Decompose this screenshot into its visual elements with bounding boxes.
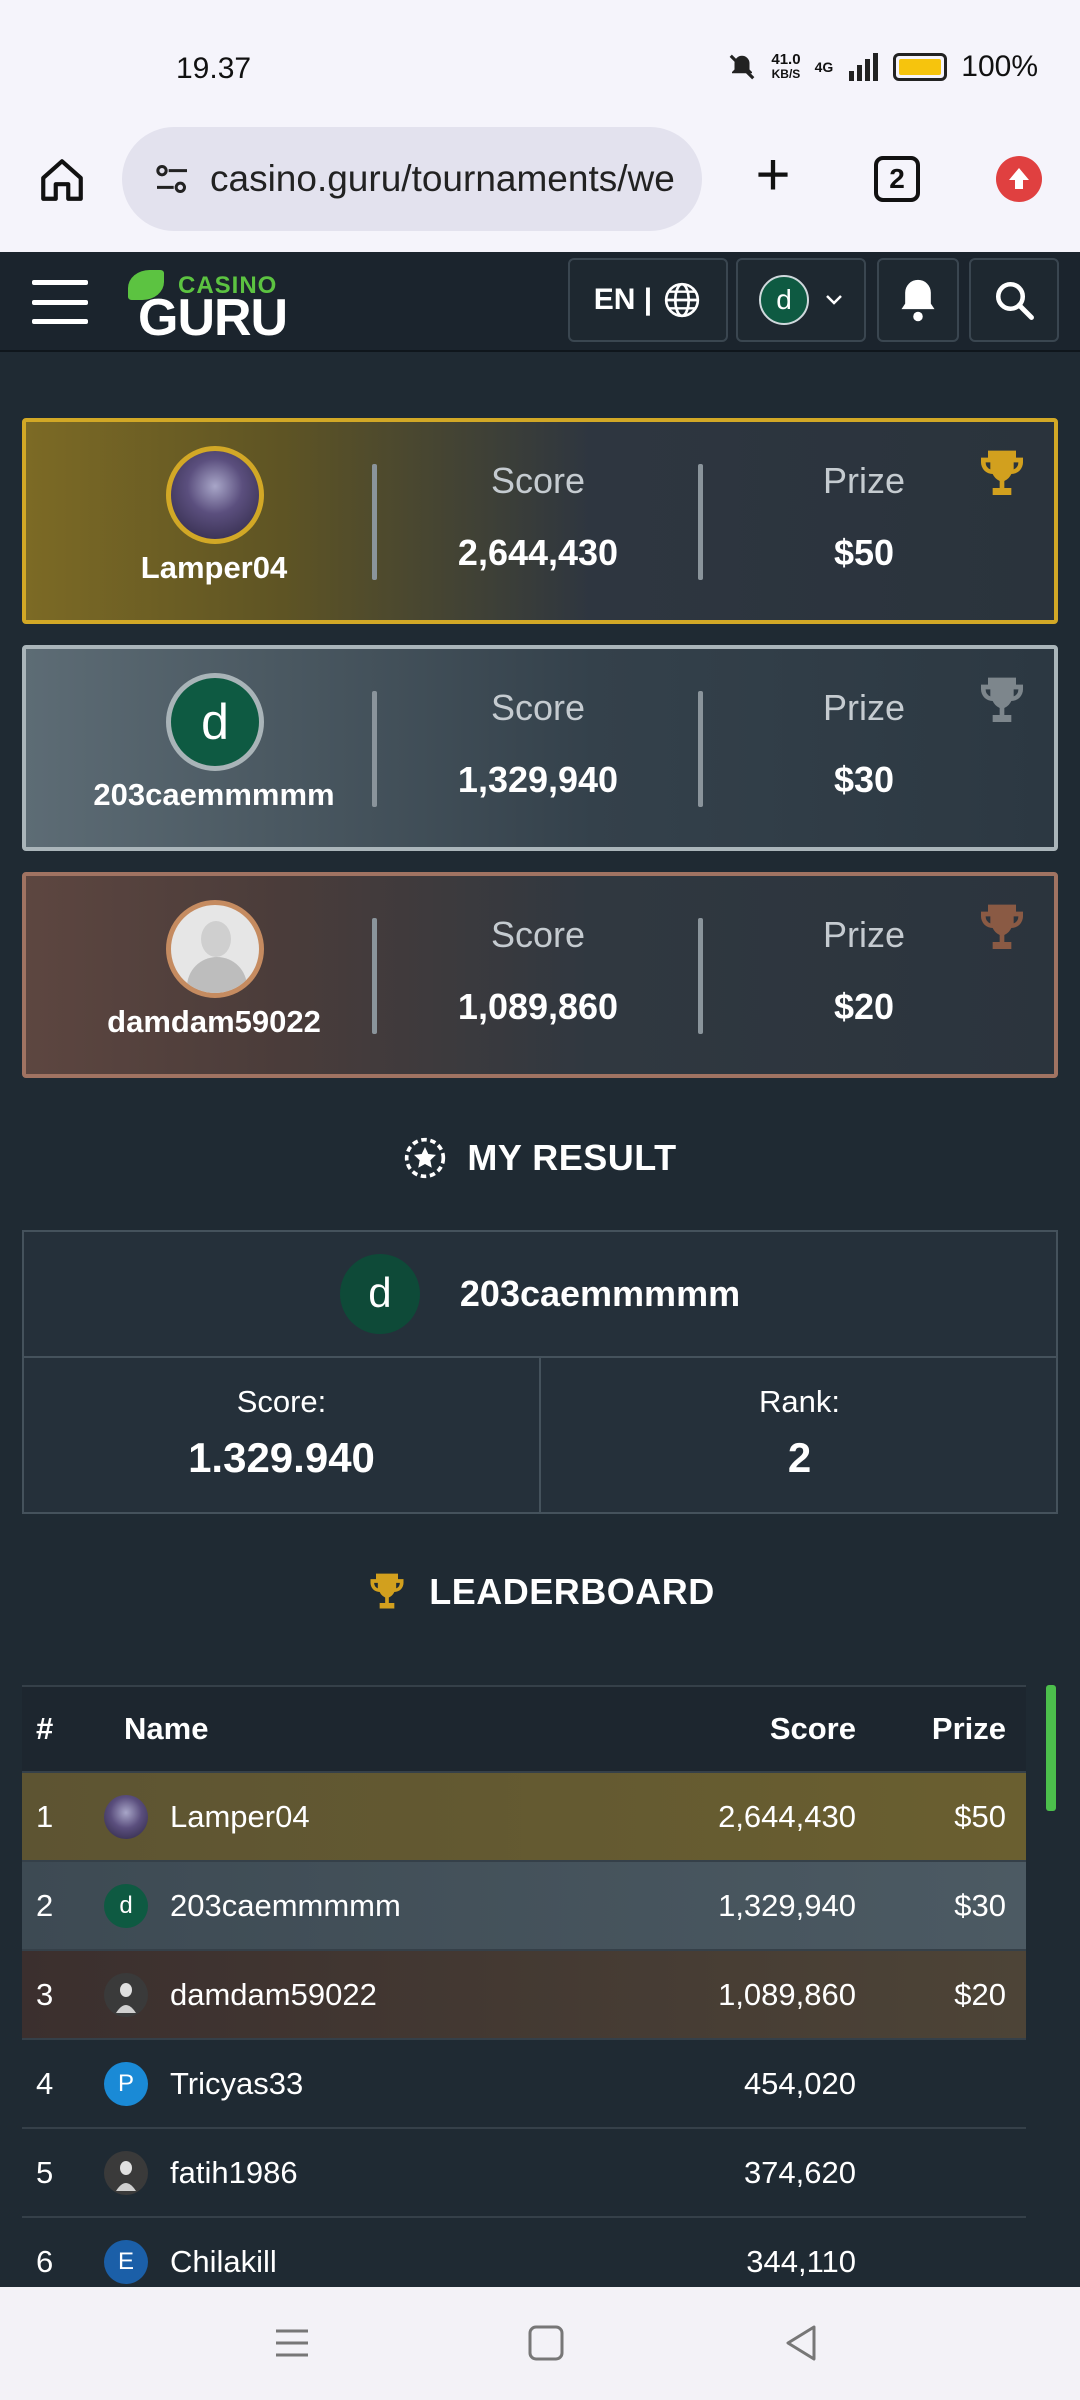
user-avatar: d xyxy=(759,275,809,325)
scrollbar[interactable] xyxy=(1046,1685,1056,1811)
podium-player[interactable]: Lamper04 xyxy=(26,422,402,620)
url-text: casino.guru/tournaments/we xyxy=(210,158,675,199)
avatar: d xyxy=(104,1884,148,1928)
network-label: 4G xyxy=(814,59,834,75)
avatar: d xyxy=(339,1254,420,1334)
score-value: 2,644,430 xyxy=(457,532,619,573)
home-icon xyxy=(41,159,83,201)
table-row[interactable]: 1 Lamper04 2,644,430 $50 xyxy=(22,1773,1026,1862)
status-time: 19.37 xyxy=(176,52,252,85)
back-icon[interactable] xyxy=(780,2323,824,2363)
score-column: Score 1,089,860 xyxy=(378,914,698,1028)
divider xyxy=(372,918,377,1034)
my-result-user: d 203caemmmmm xyxy=(24,1232,1056,1358)
table-row[interactable]: 5 fatih1986 374,620 xyxy=(22,2129,1026,2218)
avatar: E xyxy=(104,2240,148,2284)
default-avatar-icon xyxy=(104,1973,148,2017)
signal-icon xyxy=(849,53,879,81)
battery-level: 100% xyxy=(961,50,1038,83)
chevron-down-icon xyxy=(826,295,842,305)
battery-icon xyxy=(893,53,948,81)
score-column: Score 2,644,430 xyxy=(378,460,698,574)
system-nav-bar xyxy=(0,2287,1080,2400)
language-label: EN | xyxy=(593,283,653,316)
default-avatar-icon xyxy=(104,2151,148,2195)
table-row[interactable]: 2 d 203caemmmmm 1,329,940 $30 xyxy=(22,1862,1026,1951)
podium-third: damdam59022 Score 1,089,860 Prize $20 xyxy=(22,872,1058,1078)
player-name: damdam59022 xyxy=(107,1004,321,1039)
site-header: CASINO GURU EN | d xyxy=(0,252,1080,352)
user-menu-button[interactable]: d xyxy=(736,258,866,342)
my-score: Score: 1.329.940 xyxy=(24,1358,541,1512)
podium-first: Lamper04 Score 2,644,430 Prize $50 xyxy=(22,418,1058,624)
score-value: 1,329,940 xyxy=(457,759,619,800)
trophy-icon xyxy=(370,1573,404,1609)
user-name: 203caemmmmm xyxy=(459,1273,741,1314)
table-header: # Name Score Prize xyxy=(22,1685,1026,1773)
casino-guru-logo[interactable]: CASINO GURU xyxy=(122,264,292,347)
search-icon xyxy=(995,281,1034,320)
prize-value: $20 xyxy=(833,986,895,1027)
my-score-value: 1.329.940 xyxy=(188,1434,375,1481)
leaderboard-heading: LEADERBOARD xyxy=(0,1570,1080,1614)
notifications-button[interactable] xyxy=(877,258,959,342)
prize-value: $50 xyxy=(833,532,895,573)
silver-trophy-icon xyxy=(981,677,1023,722)
bronze-trophy-icon xyxy=(981,904,1023,949)
table-row[interactable]: 6 E Chilakill 344,110 xyxy=(22,2218,1026,2287)
player-avatar: d xyxy=(166,673,264,771)
avatar: P xyxy=(104,2062,148,2106)
podium-second: d 203caemmmmm Score 1,329,940 Prize $30 xyxy=(22,645,1058,851)
status-bar: 19.37 41.0 KB/S 4G 100% xyxy=(0,0,1080,120)
leaderboard-table: # Name Score Prize 1 Lamper04 2,644,430 … xyxy=(22,1685,1026,2287)
globe-icon xyxy=(665,282,700,318)
language-button[interactable]: EN | xyxy=(568,258,728,342)
table-row[interactable]: 4 P Tricyas33 454,020 xyxy=(22,2040,1026,2129)
address-bar[interactable]: casino.guru/tournaments/we xyxy=(122,127,702,231)
mute-icon xyxy=(730,54,755,80)
menu-icon[interactable] xyxy=(32,280,88,324)
tab-switcher-button[interactable]: 2 xyxy=(874,156,920,202)
update-icon[interactable] xyxy=(996,156,1042,202)
podium-player[interactable]: d 203caemmmmm xyxy=(26,649,402,847)
status-icons: 41.0 KB/S 4G 100% xyxy=(727,50,1038,84)
table-row[interactable]: 3 damdam59022 1,089,860 $20 xyxy=(22,1951,1026,2040)
gold-trophy-icon xyxy=(981,450,1023,495)
prize-value: $30 xyxy=(833,759,895,800)
score-value: 1,089,860 xyxy=(457,986,619,1027)
player-avatar xyxy=(166,446,264,544)
my-result-card: d 203caemmmmm Score: 1.329.940 Rank: 2 xyxy=(22,1230,1058,1514)
bell-icon xyxy=(901,279,935,322)
my-rank-value: 2 xyxy=(787,1434,812,1481)
star-badge-icon xyxy=(405,1137,446,1179)
podium-player[interactable]: damdam59022 xyxy=(26,876,402,1074)
recent-apps-icon[interactable] xyxy=(270,2323,314,2363)
avatar xyxy=(104,1795,148,1839)
my-rank: Rank: 2 xyxy=(541,1358,1058,1512)
divider xyxy=(698,918,703,1034)
my-result-heading: MY RESULT xyxy=(0,1136,1080,1180)
browser-toolbar: casino.guru/tournaments/we + 2 xyxy=(0,120,1080,252)
player-name: 203caemmmmm xyxy=(93,777,335,812)
tournament-content: Lamper04 Score 2,644,430 Prize $50 d 203… xyxy=(0,352,1080,2287)
home-button[interactable] xyxy=(30,148,94,212)
divider xyxy=(372,464,377,580)
divider xyxy=(698,464,703,580)
search-button[interactable] xyxy=(969,258,1059,342)
net-speed: 41.0 KB/S xyxy=(771,51,801,81)
divider xyxy=(698,691,703,807)
site-settings-icon xyxy=(156,165,187,193)
divider xyxy=(372,691,377,807)
new-tab-button[interactable]: + xyxy=(740,144,806,210)
home-nav-icon[interactable] xyxy=(524,2323,568,2363)
score-column: Score 1,329,940 xyxy=(378,687,698,801)
player-avatar xyxy=(166,900,264,998)
player-name: Lamper04 xyxy=(140,550,288,585)
